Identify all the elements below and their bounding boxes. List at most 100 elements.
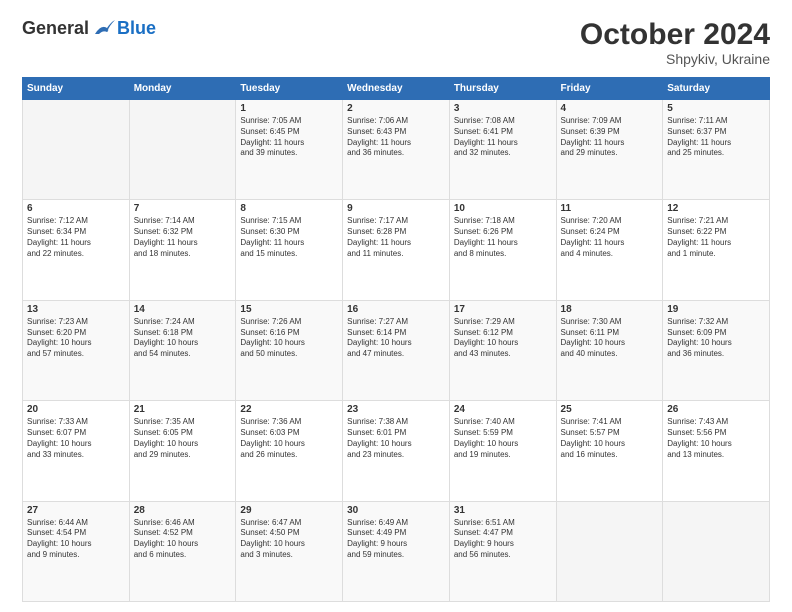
- logo-general-text: General: [22, 18, 89, 39]
- day-number: 25: [561, 404, 659, 415]
- day-detail: Sunrise: 7:11 AM Sunset: 6:37 PM Dayligh…: [667, 116, 765, 159]
- calendar-cell: 3Sunrise: 7:08 AM Sunset: 6:41 PM Daylig…: [449, 100, 556, 200]
- day-number: 26: [667, 404, 765, 415]
- day-number: 19: [667, 304, 765, 315]
- day-detail: Sunrise: 6:44 AM Sunset: 4:54 PM Dayligh…: [27, 518, 125, 561]
- col-header-tuesday: Tuesday: [236, 78, 343, 100]
- col-header-thursday: Thursday: [449, 78, 556, 100]
- day-detail: Sunrise: 7:14 AM Sunset: 6:32 PM Dayligh…: [134, 216, 232, 259]
- day-number: 14: [134, 304, 232, 315]
- calendar-week-4: 20 Sunrise: 7:33 AM Sunset: 6:07 PM Dayli…: [23, 401, 770, 501]
- calendar-cell: 22 Sunrise: 7:36 AM Sunset: 6:03 PM Dayli…: [236, 401, 343, 501]
- day-detail: Sunrise: 7:18 AM Sunset: 6:26 PM Dayligh…: [454, 216, 552, 259]
- calendar-cell: 30 Sunrise: 6:49 AM Sunset: 4:49 PM Dayli…: [343, 501, 450, 601]
- day-number: 27: [27, 505, 125, 516]
- col-header-monday: Monday: [129, 78, 236, 100]
- calendar-cell: 2Sunrise: 7:06 AM Sunset: 6:43 PM Daylig…: [343, 100, 450, 200]
- day-number: 23: [347, 404, 445, 415]
- day-number: 10: [454, 203, 552, 214]
- day-detail: Sunrise: 7:32 AM Sunset: 6:09 PM Dayligh…: [667, 317, 765, 360]
- day-detail: Sunrise: 7:15 AM Sunset: 6:30 PM Dayligh…: [240, 216, 338, 259]
- calendar-cell: 13Sunrise: 7:23 AM Sunset: 6:20 PM Dayli…: [23, 300, 130, 400]
- day-detail: Sunrise: 7:12 AM Sunset: 6:34 PM Dayligh…: [27, 216, 125, 259]
- day-detail: Sunrise: 7:36 AM Sunset: 6:03 PM Dayligh…: [240, 417, 338, 460]
- calendar-week-5: 27 Sunrise: 6:44 AM Sunset: 4:54 PM Dayli…: [23, 501, 770, 601]
- day-detail: Sunrise: 6:49 AM Sunset: 4:49 PM Dayligh…: [347, 518, 445, 561]
- calendar-header-row: SundayMondayTuesdayWednesdayThursdayFrid…: [23, 78, 770, 100]
- day-number: 28: [134, 505, 232, 516]
- day-number: 8: [240, 203, 338, 214]
- day-number: 30: [347, 505, 445, 516]
- day-detail: Sunrise: 7:41 AM Sunset: 5:57 PM Dayligh…: [561, 417, 659, 460]
- calendar-cell: 7 Sunrise: 7:14 AM Sunset: 6:32 PM Daylig…: [129, 200, 236, 300]
- day-number: 11: [561, 203, 659, 214]
- calendar-cell: 5Sunrise: 7:11 AM Sunset: 6:37 PM Daylig…: [663, 100, 770, 200]
- logo-blue-text: Blue: [117, 18, 156, 39]
- day-detail: Sunrise: 7:21 AM Sunset: 6:22 PM Dayligh…: [667, 216, 765, 259]
- day-detail: Sunrise: 7:27 AM Sunset: 6:14 PM Dayligh…: [347, 317, 445, 360]
- calendar-week-3: 13Sunrise: 7:23 AM Sunset: 6:20 PM Dayli…: [23, 300, 770, 400]
- calendar-cell: [556, 501, 663, 601]
- calendar-cell: 21 Sunrise: 7:35 AM Sunset: 6:05 PM Dayli…: [129, 401, 236, 501]
- col-header-saturday: Saturday: [663, 78, 770, 100]
- day-detail: Sunrise: 7:05 AM Sunset: 6:45 PM Dayligh…: [240, 116, 338, 159]
- day-detail: Sunrise: 7:09 AM Sunset: 6:39 PM Dayligh…: [561, 116, 659, 159]
- calendar-cell: 31Sunrise: 6:51 AM Sunset: 4:47 PM Dayli…: [449, 501, 556, 601]
- calendar-cell: 11Sunrise: 7:20 AM Sunset: 6:24 PM Dayli…: [556, 200, 663, 300]
- day-detail: Sunrise: 7:24 AM Sunset: 6:18 PM Dayligh…: [134, 317, 232, 360]
- calendar-week-1: 1Sunrise: 7:05 AM Sunset: 6:45 PM Daylig…: [23, 100, 770, 200]
- calendar-week-2: 6 Sunrise: 7:12 AM Sunset: 6:34 PM Daylig…: [23, 200, 770, 300]
- day-number: 4: [561, 103, 659, 114]
- day-number: 21: [134, 404, 232, 415]
- calendar-cell: 24 Sunrise: 7:40 AM Sunset: 5:59 PM Dayli…: [449, 401, 556, 501]
- day-detail: Sunrise: 7:06 AM Sunset: 6:43 PM Dayligh…: [347, 116, 445, 159]
- calendar-cell: 19 Sunrise: 7:32 AM Sunset: 6:09 PM Dayli…: [663, 300, 770, 400]
- day-detail: Sunrise: 7:40 AM Sunset: 5:59 PM Dayligh…: [454, 417, 552, 460]
- calendar-table: SundayMondayTuesdayWednesdayThursdayFrid…: [22, 77, 770, 602]
- calendar-cell: [23, 100, 130, 200]
- month-title: October 2024: [580, 18, 770, 51]
- calendar-cell: 1Sunrise: 7:05 AM Sunset: 6:45 PM Daylig…: [236, 100, 343, 200]
- day-detail: Sunrise: 6:47 AM Sunset: 4:50 PM Dayligh…: [240, 518, 338, 561]
- calendar-cell: 16 Sunrise: 7:27 AM Sunset: 6:14 PM Dayli…: [343, 300, 450, 400]
- page: General Blue October 2024 Shpykiv, Ukrai…: [0, 0, 792, 612]
- day-number: 15: [240, 304, 338, 315]
- day-number: 22: [240, 404, 338, 415]
- calendar-cell: 6 Sunrise: 7:12 AM Sunset: 6:34 PM Daylig…: [23, 200, 130, 300]
- day-number: 16: [347, 304, 445, 315]
- day-number: 18: [561, 304, 659, 315]
- day-number: 9: [347, 203, 445, 214]
- day-number: 29: [240, 505, 338, 516]
- calendar-cell: 28Sunrise: 6:46 AM Sunset: 4:52 PM Dayli…: [129, 501, 236, 601]
- col-header-sunday: Sunday: [23, 78, 130, 100]
- day-number: 6: [27, 203, 125, 214]
- day-detail: Sunrise: 7:30 AM Sunset: 6:11 PM Dayligh…: [561, 317, 659, 360]
- day-detail: Sunrise: 7:35 AM Sunset: 6:05 PM Dayligh…: [134, 417, 232, 460]
- day-detail: Sunrise: 7:33 AM Sunset: 6:07 PM Dayligh…: [27, 417, 125, 460]
- col-header-friday: Friday: [556, 78, 663, 100]
- calendar-cell: [663, 501, 770, 601]
- calendar-cell: 4 Sunrise: 7:09 AM Sunset: 6:39 PM Daylig…: [556, 100, 663, 200]
- day-detail: Sunrise: 7:17 AM Sunset: 6:28 PM Dayligh…: [347, 216, 445, 259]
- day-detail: Sunrise: 6:51 AM Sunset: 4:47 PM Dayligh…: [454, 518, 552, 561]
- day-detail: Sunrise: 7:38 AM Sunset: 6:01 PM Dayligh…: [347, 417, 445, 460]
- calendar-cell: 15 Sunrise: 7:26 AM Sunset: 6:16 PM Dayli…: [236, 300, 343, 400]
- calendar-cell: 29 Sunrise: 6:47 AM Sunset: 4:50 PM Dayli…: [236, 501, 343, 601]
- calendar-cell: 10 Sunrise: 7:18 AM Sunset: 6:26 PM Dayli…: [449, 200, 556, 300]
- day-number: 20: [27, 404, 125, 415]
- day-number: 17: [454, 304, 552, 315]
- day-detail: Sunrise: 7:29 AM Sunset: 6:12 PM Dayligh…: [454, 317, 552, 360]
- day-number: 13: [27, 304, 125, 315]
- calendar-cell: 20 Sunrise: 7:33 AM Sunset: 6:07 PM Dayli…: [23, 401, 130, 501]
- day-detail: Sunrise: 7:26 AM Sunset: 6:16 PM Dayligh…: [240, 317, 338, 360]
- calendar-cell: 14 Sunrise: 7:24 AM Sunset: 6:18 PM Dayli…: [129, 300, 236, 400]
- day-number: 24: [454, 404, 552, 415]
- day-number: 7: [134, 203, 232, 214]
- calendar-cell: 26Sunrise: 7:43 AM Sunset: 5:56 PM Dayli…: [663, 401, 770, 501]
- calendar-cell: 8 Sunrise: 7:15 AM Sunset: 6:30 PM Daylig…: [236, 200, 343, 300]
- calendar-cell: 12Sunrise: 7:21 AM Sunset: 6:22 PM Dayli…: [663, 200, 770, 300]
- calendar-cell: 27 Sunrise: 6:44 AM Sunset: 4:54 PM Dayli…: [23, 501, 130, 601]
- title-block: October 2024 Shpykiv, Ukraine: [580, 18, 770, 67]
- logo-bird-icon: [93, 20, 115, 38]
- calendar-cell: [129, 100, 236, 200]
